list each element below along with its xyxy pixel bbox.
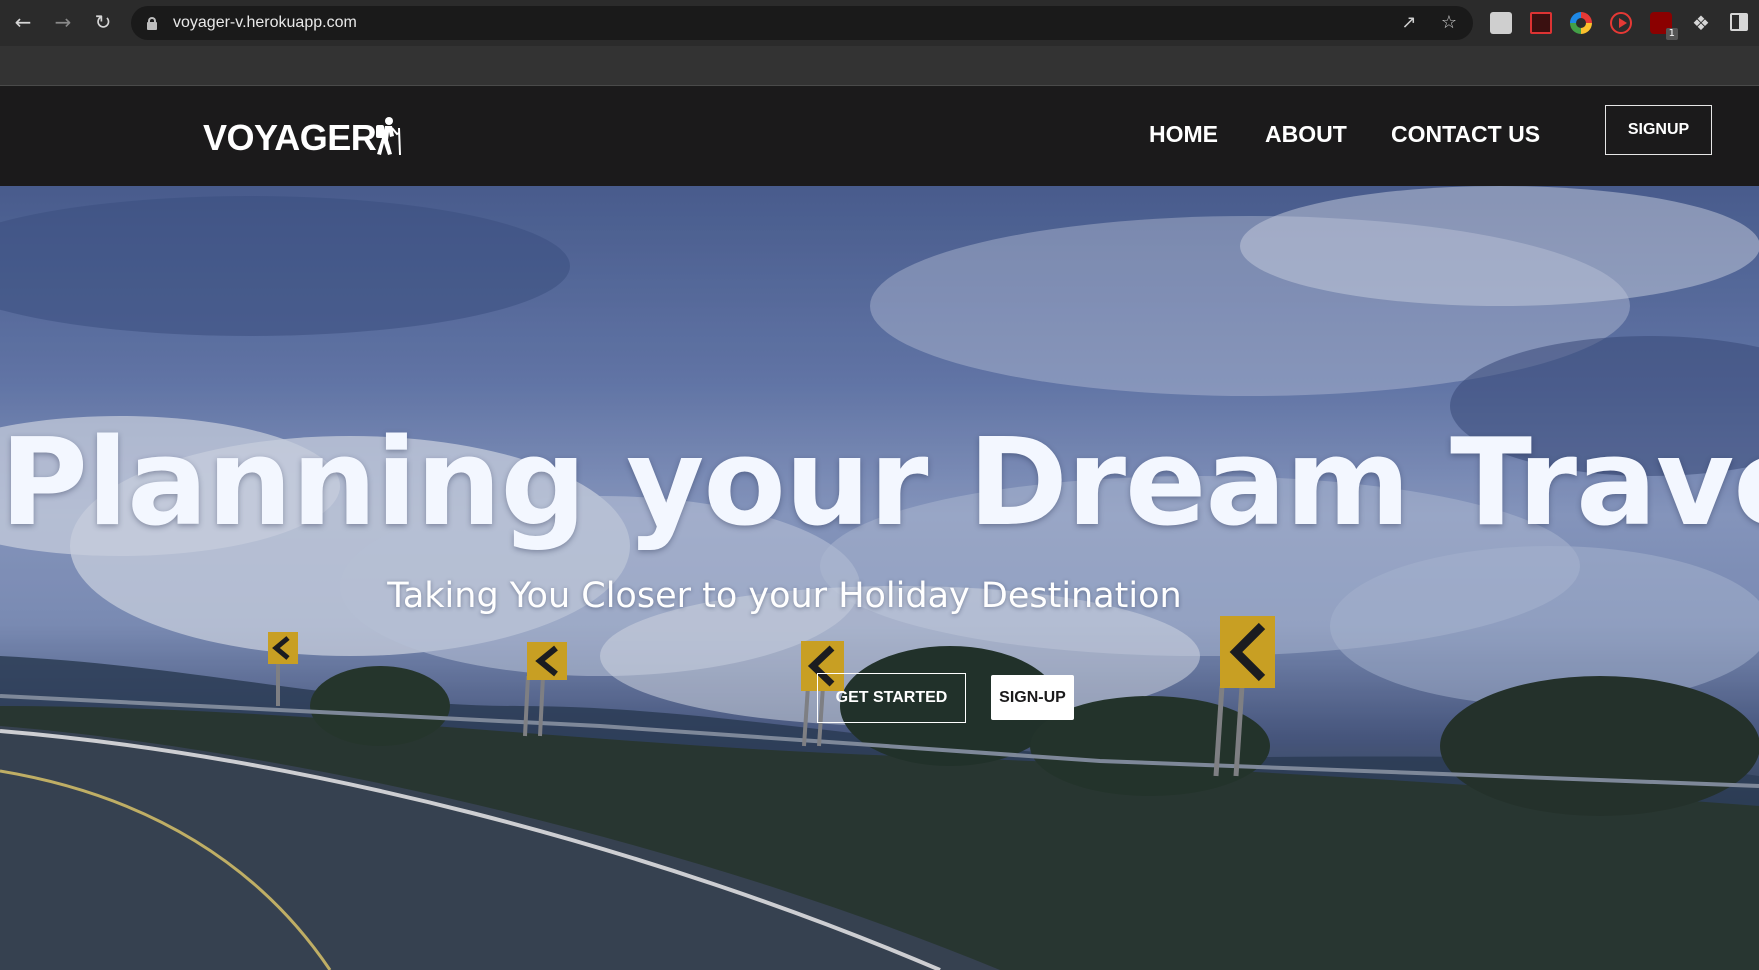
hero-section: Planning your Dream Travel Taking You Cl… [0, 186, 1759, 970]
hero-title: Planning your Dream Travel [0, 414, 1759, 553]
get-started-button[interactable]: GET STARTED [817, 673, 966, 723]
bookmarks-bar [0, 46, 1759, 86]
browser-toolbar: ← → ↻ voyager-v.herokuapp.com ↗ ☆ 1 ❖ [0, 0, 1759, 46]
hiker-icon [376, 117, 401, 156]
back-icon[interactable]: ← [10, 9, 36, 35]
hero-signup-button[interactable]: SIGN-UP [991, 675, 1074, 720]
url-text[interactable]: voyager-v.herokuapp.com [173, 14, 357, 32]
nav-about[interactable]: ABOUT [1265, 121, 1347, 148]
signup-button[interactable]: SIGNUP [1605, 105, 1712, 155]
nav-home[interactable]: HOME [1149, 121, 1218, 148]
puzzle-icon[interactable]: ❖ [1690, 12, 1712, 34]
extension-adblock-icon[interactable] [1530, 12, 1552, 34]
extension-badge: 1 [1665, 28, 1678, 40]
nav-contact-us[interactable]: CONTACT US [1391, 121, 1540, 148]
lock-icon[interactable] [147, 17, 157, 30]
extension-color-icon[interactable] [1570, 12, 1592, 34]
bookmark-star-icon[interactable]: ☆ [1437, 11, 1461, 35]
address-bar[interactable]: voyager-v.herokuapp.com ↗ ☆ [131, 6, 1473, 40]
hero-subtitle: Taking You Closer to your Holiday Destin… [387, 576, 1182, 616]
extension-chart-icon[interactable] [1490, 12, 1512, 34]
site-header: VOYAGER HOME ABOUT CONTACT US SIGNUP [0, 87, 1759, 186]
share-icon[interactable]: ↗ [1397, 11, 1421, 35]
extension-play-icon[interactable] [1610, 12, 1632, 34]
reload-icon[interactable]: ↻ [90, 9, 116, 35]
extension-ublock-icon[interactable]: 1 [1650, 12, 1678, 40]
side-panel-icon[interactable] [1730, 13, 1748, 31]
brand-logo[interactable]: VOYAGER [203, 117, 377, 159]
forward-icon[interactable]: → [50, 9, 76, 35]
